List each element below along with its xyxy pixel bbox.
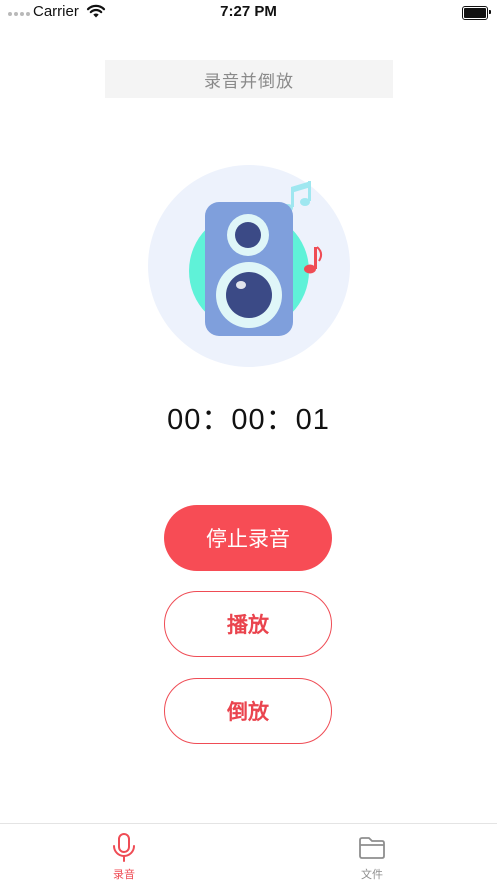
page-title: 录音并倒放 — [105, 60, 393, 98]
status-bar: Carrier 7:27 PM — [0, 0, 497, 26]
play-button[interactable]: 播放 — [164, 591, 332, 657]
speaker-illustration — [148, 165, 350, 367]
reverse-play-button[interactable]: 倒放 — [164, 678, 332, 744]
microphone-icon — [111, 833, 137, 863]
stop-recording-button[interactable]: 停止录音 — [164, 505, 332, 571]
tab-files-label: 文件 — [361, 868, 383, 881]
tab-bar: 录音 文件 — [0, 823, 497, 884]
tab-files[interactable]: 文件 — [332, 824, 412, 884]
recording-timer: 00：00：01 — [167, 404, 330, 436]
tab-record[interactable]: 录音 — [84, 824, 164, 884]
status-time: 7:27 PM — [220, 3, 277, 20]
tab-record-label: 录音 — [113, 868, 135, 881]
battery-icon — [462, 6, 491, 20]
folder-icon — [358, 833, 386, 863]
